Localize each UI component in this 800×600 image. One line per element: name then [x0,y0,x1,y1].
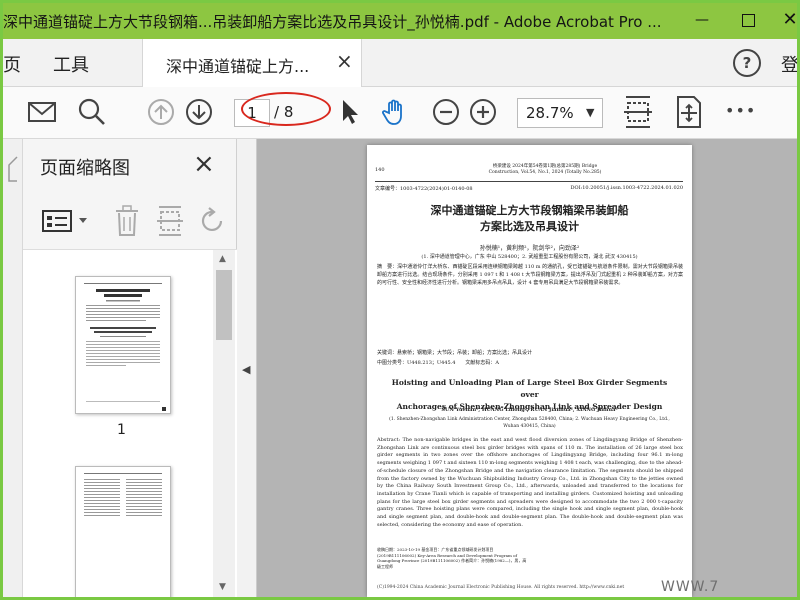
footnote: 收稿日期：2023-10-19 基金项目：广东省重点领域研发计划项目(2019B… [377,547,527,569]
more-icon[interactable]: ••• [725,101,755,131]
page-down-icon[interactable] [184,97,214,127]
scroll-down-icon[interactable]: ▼ [219,582,226,592]
header-page-number: 140 [375,167,385,173]
cn-affiliation: (1. 深中通道管理中心，广东 中山 528400；2. 武船重型工程股份有限公… [421,254,638,260]
collapse-arrow-icon[interactable]: ◀ [242,363,250,376]
panel-collapse-handle[interactable]: ◀ [237,139,257,597]
thumbnail-preview [84,283,166,411]
fit-page-icon[interactable] [674,95,704,129]
cn-title-line: 方案比选及吊具设计 [480,220,579,233]
watermark: WWW.7 [661,579,720,595]
fit-width-icon[interactable] [622,95,654,129]
signin-button[interactable]: 登 [781,51,797,77]
article-ids: 文章编号：1003-4722(2024)01-0140-08 DOI:10.20… [375,185,683,192]
scroll-thumb[interactable] [216,270,232,340]
thumbnails-list: 1 ▲ ▼ [23,249,237,597]
extract-icon[interactable] [156,205,184,237]
panel-tab-icon[interactable] [7,155,19,183]
cn-abstract: 摘 要：深中通道伶仃洋大桥东、西锚碇区段采用连续钢箱梁跨越 110 m 的通航孔… [377,264,683,287]
document-view: 140 桥梁建设 2024年第54卷第1期(总第285期) Bridge Con… [257,139,797,597]
article-id: 文章编号：1003-4722(2024)01-0140-08 [375,186,473,192]
menu-tab-bar: 页 工具 深中通道锚碇上方... × ? 登 [3,39,797,87]
app-window: 深中通道锚碇上方大节段钢箱...吊装卸船方案比选及吊具设计_孙悦楠.pdf - … [0,0,800,600]
en-title-line: Hoisting and Unloading Plan of Large Ste… [391,378,668,399]
zoom-out-icon[interactable] [431,97,461,127]
hand-icon[interactable] [380,97,410,127]
chevron-down-icon: ▼ [586,106,595,119]
pointer-icon[interactable] [335,97,365,127]
page-thumbnail[interactable] [75,466,171,597]
highlight-oval [241,92,331,126]
header-rule [375,181,683,182]
window-title: 深中通道锚碇上方大节段钢箱...吊装卸船方案比选及吊具设计_孙悦楠.pdf - … [3,13,662,31]
cn-title: 深中通道锚碇上方大节段钢箱梁吊装卸船 方案比选及吊具设计 [387,203,672,235]
cn-classification: 中图分类号：U448.213；U445.4 文献标志码：A [377,360,500,366]
title-bar: 深中通道锚碇上方大节段钢箱...吊装卸船方案比选及吊具设计_孙悦楠.pdf - … [3,3,797,39]
tools-tab[interactable]: 工具 [53,51,89,77]
doi: DOI:10.20051/j.issn.1003-4722.2024.01.02… [570,185,683,191]
en-authors: SUN Yuenan¹, HUANG Lihong², RUAN Jianhua… [441,407,618,413]
thumbnails-scrollbar[interactable]: ▲ ▼ [213,250,235,597]
thumbnail-preview [84,473,162,516]
maximize-button[interactable] [733,7,763,33]
cn-keywords: 关键词：悬索桥；钢箱梁；大节段；吊装；卸船；方案比选；吊具设计 [377,350,533,356]
thumbnails-title: 页面缩略图 [40,158,130,179]
document-tab-label: 深中通道锚碇上方... [166,57,310,76]
help-icon[interactable]: ? [733,49,761,77]
main-toolbar: 1 / 8 28.7% ▼ ••• [3,87,797,139]
thumbnail-page-number: 1 [117,422,126,438]
cn-title-line: 深中通道锚碇上方大节段钢箱梁吊装卸船 [430,204,629,217]
en-abstract: Abstract: The non-navigable bridges in t… [377,437,683,528]
home-tab[interactable]: 页 [3,51,21,77]
close-window-button[interactable]: ✕ [775,7,797,33]
zoom-in-icon[interactable] [468,97,498,127]
page-up-icon[interactable] [146,97,176,127]
pdf-page: 140 桥梁建设 2024年第54卷第1期(总第285期) Bridge Con… [367,145,692,597]
close-tab-button[interactable]: × [336,49,353,73]
rotate-icon[interactable] [199,207,227,235]
en-affiliation: (1. Shenzhen-Zhongshan Link Administrati… [389,417,670,429]
copyright: (C)1994-2024 China Academic Journal Elec… [377,585,625,590]
document-tab[interactable]: 深中通道锚碇上方... × [142,39,362,87]
delete-icon[interactable] [114,205,140,237]
search-icon[interactable] [77,97,107,127]
left-nav-strip [3,139,23,597]
minimize-button[interactable]: — [687,7,717,33]
cn-authors: 孙悦楠¹，黄利频²，阮剑华²，向劲泽² [479,245,580,252]
thumb-options-icon[interactable] [41,207,95,235]
page-thumbnail[interactable] [75,276,171,414]
scroll-up-icon[interactable]: ▲ [219,254,226,264]
header-journal: 桥梁建设 2024年第54卷第1期(总第285期) Bridge Constru… [488,164,602,175]
zoom-value: 28.7% [526,104,574,122]
thumbnails-panel: 页面缩略图 × 1 ▲ ▼ [23,139,237,597]
mail-icon[interactable] [27,97,57,127]
zoom-select[interactable]: 28.7% ▼ [517,98,603,128]
thumbnails-toolbar [23,197,237,247]
close-panel-button[interactable]: × [193,149,215,179]
